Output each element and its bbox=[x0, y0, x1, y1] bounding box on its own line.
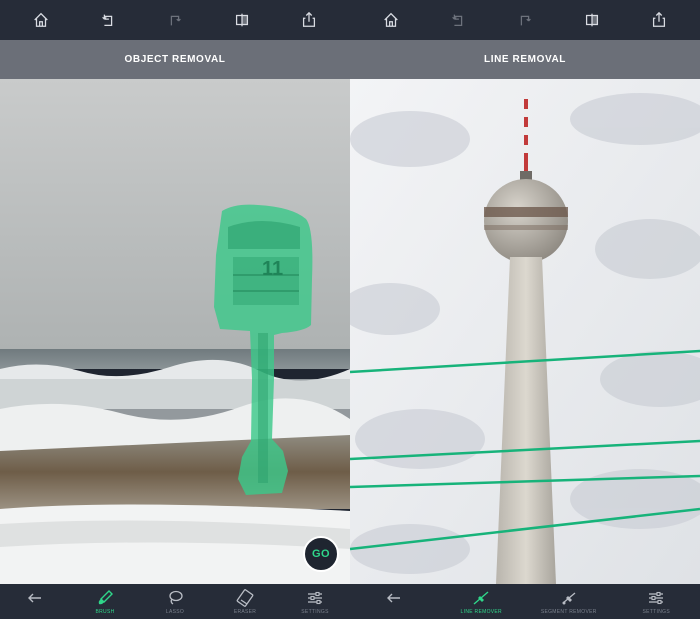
share-icon bbox=[302, 11, 315, 27]
home-button[interactable] bbox=[24, 3, 58, 37]
bottom-toolbar: BRUSH LASSO ERASER SETTINGS bbox=[0, 584, 350, 619]
home-icon bbox=[34, 12, 49, 27]
segment-remover-tool[interactable]: SEGMENT REMOVER bbox=[534, 584, 604, 619]
sliders-icon bbox=[649, 591, 664, 605]
undo-icon bbox=[452, 14, 463, 27]
eraser-icon bbox=[236, 589, 254, 607]
lasso-icon bbox=[169, 590, 183, 605]
eraser-tool[interactable]: ERASER bbox=[210, 584, 280, 619]
redo-button[interactable] bbox=[158, 3, 192, 37]
brush-tool[interactable]: BRUSH bbox=[70, 584, 140, 619]
tower-photo bbox=[350, 79, 700, 584]
redo-icon bbox=[520, 15, 531, 26]
mode-title: OBJECT REMOVAL bbox=[124, 54, 226, 65]
photo-canvas[interactable]: 11 GO bbox=[0, 79, 350, 584]
lasso-tool[interactable]: LASSO bbox=[140, 584, 210, 619]
back-arrow-icon bbox=[386, 593, 400, 603]
line-removal-panel: LINE REMOVAL LINE REMOVER SEGMENT REMOVE… bbox=[350, 0, 700, 619]
go-button[interactable]: GO bbox=[303, 536, 339, 572]
share-button[interactable] bbox=[642, 3, 676, 37]
photo-canvas[interactable] bbox=[350, 79, 700, 584]
top-toolbar bbox=[350, 0, 700, 40]
redo-button[interactable] bbox=[508, 3, 542, 37]
mode-title-bar: LINE REMOVAL bbox=[350, 40, 700, 79]
line-remover-tool[interactable]: LINE REMOVER bbox=[446, 584, 516, 619]
compare-button[interactable] bbox=[225, 3, 259, 37]
share-button[interactable] bbox=[292, 3, 326, 37]
back-button[interactable] bbox=[0, 584, 70, 619]
settings-button[interactable]: SETTINGS bbox=[621, 584, 691, 619]
mode-title: LINE REMOVAL bbox=[483, 54, 566, 65]
bottom-toolbar: LINE REMOVER SEGMENT REMOVER SETTINGS bbox=[350, 584, 700, 619]
brush-icon bbox=[98, 590, 113, 605]
compare-button[interactable] bbox=[575, 3, 609, 37]
home-button[interactable] bbox=[374, 3, 408, 37]
compare-icon bbox=[235, 13, 248, 27]
segment-remover-icon bbox=[562, 592, 576, 605]
undo-button[interactable] bbox=[91, 3, 125, 37]
mode-title-bar: OBJECT REMOVAL bbox=[0, 40, 350, 79]
top-toolbar bbox=[0, 0, 350, 40]
settings-button[interactable]: SETTINGS bbox=[280, 584, 350, 619]
undo-icon bbox=[102, 14, 113, 27]
svg-text:11: 11 bbox=[262, 258, 283, 280]
back-button[interactable] bbox=[359, 584, 429, 619]
back-arrow-icon bbox=[28, 593, 41, 603]
share-icon bbox=[652, 11, 665, 27]
line-remover-icon bbox=[473, 591, 489, 605]
redo-icon bbox=[170, 15, 181, 26]
home-icon bbox=[384, 12, 399, 27]
sliders-icon bbox=[308, 591, 322, 605]
undo-button[interactable] bbox=[441, 3, 475, 37]
beach-photo: 11 bbox=[0, 79, 350, 584]
object-removal-panel: OBJECT REMOVAL 11 GO BRUSH LASSO ERASER … bbox=[0, 0, 350, 619]
compare-icon bbox=[585, 13, 598, 27]
